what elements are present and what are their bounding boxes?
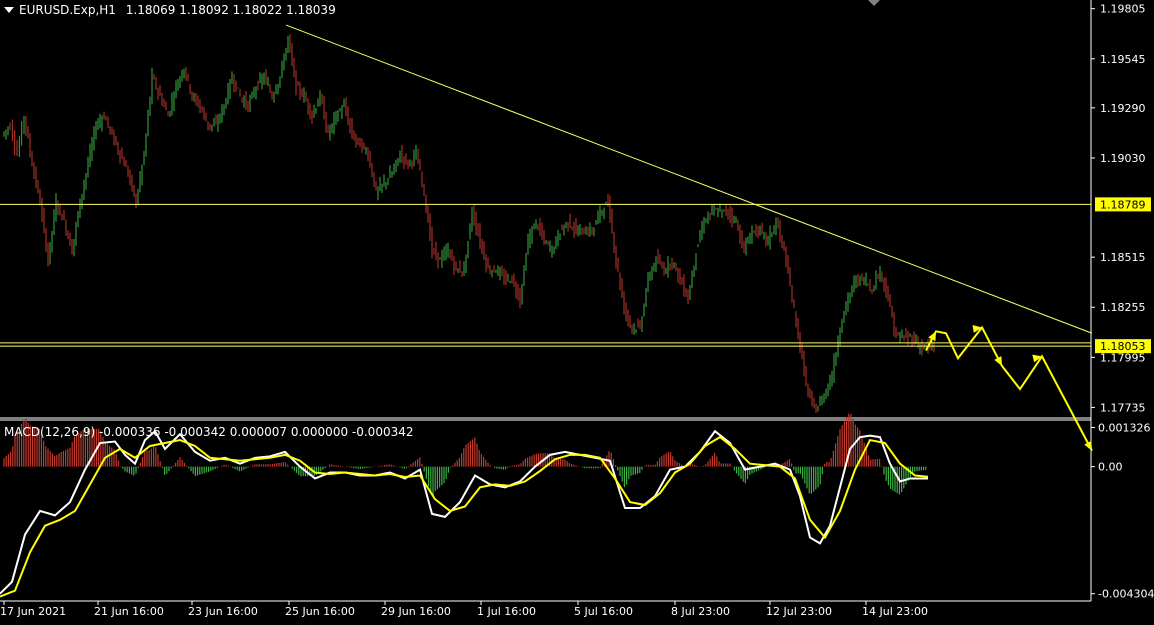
chart-canvas[interactable]: 1.187891.180531.198051.195451.192901.190…: [0, 0, 1154, 621]
scroll-marker-icon: [868, 0, 880, 6]
price-tick-label: 1.19290: [1100, 102, 1146, 115]
trend-line: [285, 24, 1093, 334]
time-tick-label: 25 Jun 16:00: [285, 605, 355, 618]
price-tick-label: 1.17995: [1100, 351, 1146, 364]
symbol-label: EURUSD.Exp,H1: [19, 3, 116, 17]
symbol-header: EURUSD.Exp,H1 1.18069 1.18092 1.18022 1.…: [19, 3, 336, 17]
chart-window[interactable]: 1.18789 1.18053 1.19805 1.19545 1.19290 1.190…: [0, 0, 1154, 621]
ohlc-values: 1.18069 1.18092 1.18022 1.18039: [125, 3, 336, 17]
time-tick-label: 1 Jul 16:00: [477, 605, 536, 618]
level-tag-label-0: 1.18789: [1100, 198, 1146, 211]
price-tick-label: 1.17735: [1100, 401, 1146, 414]
time-tick-label: 21 Jun 16:00: [94, 605, 164, 618]
price-tick-label: 1.18255: [1100, 301, 1146, 314]
macd-tick-label: 0.00: [1098, 461, 1123, 474]
time-tick-label: 5 Jul 16:00: [574, 605, 633, 618]
price-tick-label: 1.19030: [1100, 152, 1146, 165]
price-tick-label: 1.18515: [1100, 251, 1146, 264]
time-tick-label: 12 Jul 23:00: [766, 605, 832, 618]
chart-menu-arrow-icon[interactable]: [4, 7, 14, 13]
macd-tick-label: 0.001326: [1098, 421, 1151, 434]
time-tick-label: 29 Jun 16:00: [381, 605, 451, 618]
time-tick-label: 8 Jul 23:00: [671, 605, 730, 618]
time-tick-label: 23 Jun 16:00: [188, 605, 258, 618]
macd-tick-label: -0.004304: [1098, 588, 1154, 601]
time-tick-label: 17 Jun 2021: [0, 605, 66, 618]
macd-header: MACD(12,26,9) -0.000336 -0.000342 0.0000…: [4, 425, 414, 439]
price-tick-label: 1.19545: [1100, 53, 1146, 66]
time-tick-label: 14 Jul 23:00: [862, 605, 928, 618]
price-tick-label: 1.19805: [1100, 3, 1146, 16]
